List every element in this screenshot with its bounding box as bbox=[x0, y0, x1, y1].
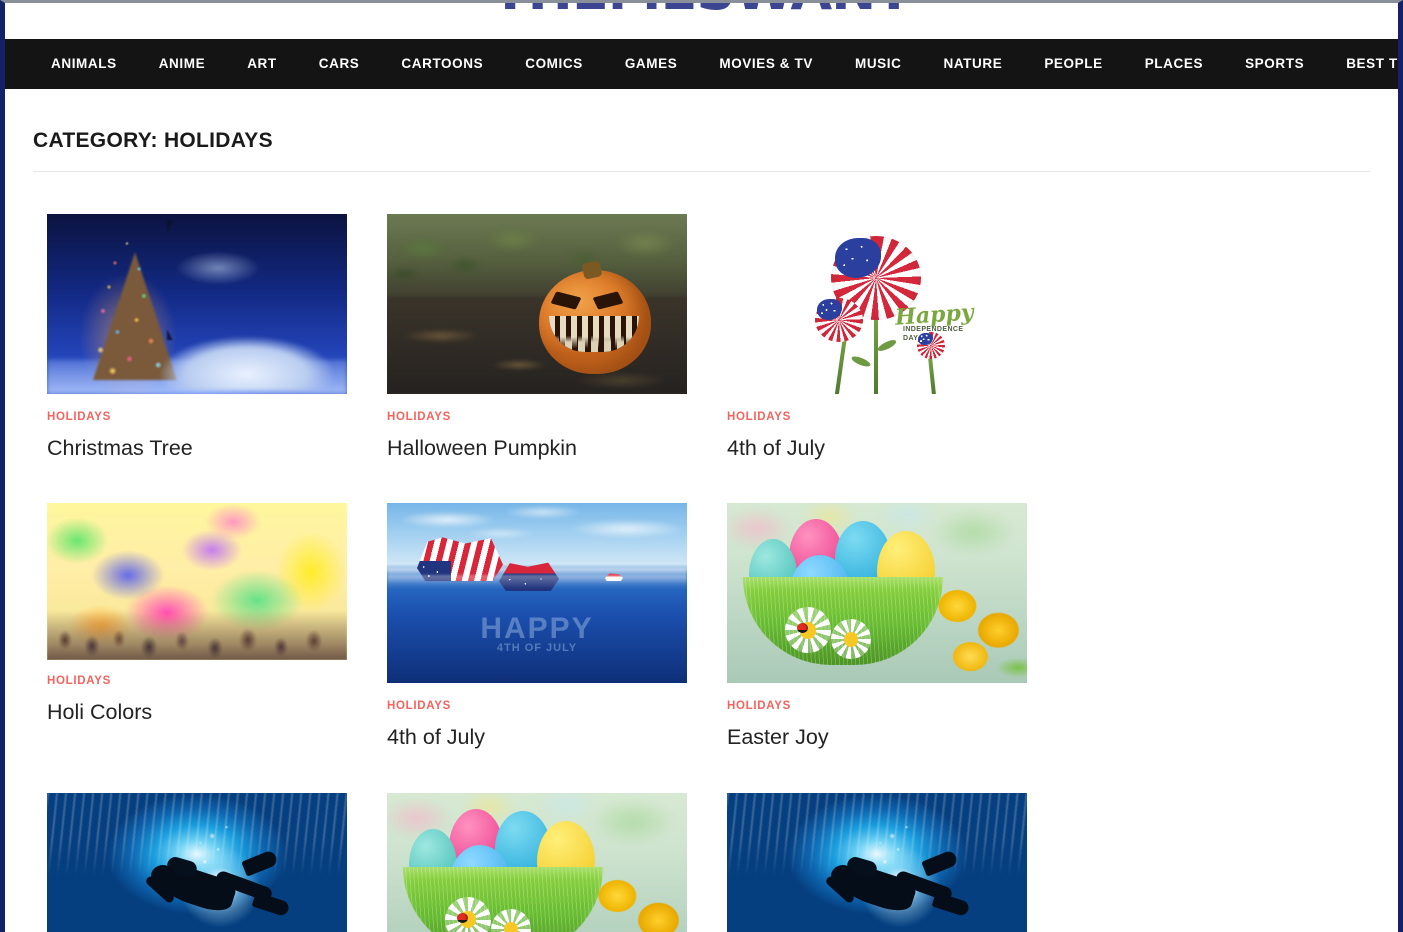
primary-navigation: ANIMALS ANIME ART CARS CARTOONS COMICS G… bbox=[5, 39, 1398, 89]
post-category-label[interactable]: HOLIDAYS bbox=[47, 660, 387, 688]
post-thumbnail-link[interactable]: Happy INDEPENDENCE DAY bbox=[727, 214, 1027, 394]
independence-day-flowers-image: Happy INDEPENDENCE DAY bbox=[727, 214, 1027, 394]
nav-item-cartoons[interactable]: CARTOONS bbox=[401, 56, 483, 71]
post-title[interactable]: Halloween Pumpkin bbox=[387, 424, 727, 462]
post-card-halloween-pumpkin[interactable]: HOLIDAYS Halloween Pumpkin bbox=[387, 214, 727, 461]
post-category-label[interactable]: HOLIDAYS bbox=[387, 394, 727, 424]
nav-item-anime[interactable]: ANIME bbox=[159, 56, 206, 71]
post-category-label[interactable]: HOLIDAYS bbox=[387, 683, 727, 713]
nav-item-music[interactable]: MUSIC bbox=[855, 56, 902, 71]
christmas-tree-image bbox=[47, 214, 347, 394]
nav-item-games[interactable]: GAMES bbox=[625, 56, 678, 71]
site-logo[interactable]: THEMESWANT bbox=[492, 3, 912, 22]
post-thumbnail-link[interactable] bbox=[387, 792, 687, 932]
post-card-holi-colors[interactable]: HOLIDAYS Holi Colors bbox=[47, 503, 387, 750]
post-title[interactable]: 4th of July bbox=[387, 713, 727, 751]
artwork-text-4th-of-july: 4TH OF JULY bbox=[496, 641, 578, 654]
page-title: CATEGORY: HOLIDAYS bbox=[33, 129, 273, 152]
artwork-text-independence: INDEPENDENCE bbox=[903, 326, 964, 333]
nav-item-nature[interactable]: NATURE bbox=[943, 56, 1002, 71]
post-card-summer-fun[interactable]: HOLIDAYS Summer Fun bbox=[47, 792, 387, 932]
post-thumbnail-link[interactable] bbox=[727, 792, 1027, 932]
post-title[interactable]: Holi Colors bbox=[47, 688, 387, 726]
underwater-image bbox=[727, 792, 1027, 932]
archive-header: CATEGORY: HOLIDAYS bbox=[33, 89, 1370, 172]
post-category-label[interactable]: HOLIDAYS bbox=[727, 683, 1067, 713]
4th-of-july-boats-image: HAPPY 4TH OF JULY bbox=[387, 503, 687, 684]
nav-item-cars[interactable]: CARS bbox=[319, 56, 360, 71]
post-card-4th-of-july-boats[interactable]: HAPPY 4TH OF JULY HOLIDAYS 4th of July bbox=[387, 503, 727, 750]
post-card-row3-diver[interactable]: HOLIDAYS bbox=[727, 792, 1067, 932]
nav-item-places[interactable]: PLACES bbox=[1145, 56, 1203, 71]
post-thumbnail-link[interactable] bbox=[387, 214, 687, 394]
artwork-text-happy: HAPPY bbox=[480, 611, 594, 645]
post-grid: HOLIDAYS Christmas Tree HOLIDAYS Hallowe… bbox=[47, 172, 1370, 932]
post-thumbnail-link[interactable] bbox=[47, 214, 347, 394]
nav-list: ANIMALS ANIME ART CARS CARTOONS COMICS G… bbox=[51, 55, 1398, 73]
nav-item-people[interactable]: PEOPLE bbox=[1044, 56, 1102, 71]
artwork-text-day: DAY bbox=[903, 334, 919, 342]
halloween-pumpkin-image bbox=[387, 214, 687, 394]
content-area: CATEGORY: HOLIDAYS HOLIDAYS Christmas Tr… bbox=[5, 89, 1398, 932]
nav-item-sports[interactable]: SPORTS bbox=[1245, 56, 1304, 71]
post-thumbnail-link[interactable] bbox=[727, 503, 1027, 684]
post-thumbnail-link[interactable] bbox=[47, 503, 347, 661]
nav-item-best-themes[interactable]: BEST THEMES bbox=[1346, 56, 1398, 71]
post-card-4th-of-july-flowers[interactable]: Happy INDEPENDENCE DAY HOLIDAYS 4th of J… bbox=[727, 214, 1067, 461]
post-card-easter-joy-2[interactable]: HOLIDAYS Easter Joy bbox=[387, 792, 727, 932]
post-card-easter-joy-1[interactable]: HOLIDAYS Easter Joy bbox=[727, 503, 1067, 750]
post-card-christmas-tree[interactable]: HOLIDAYS Christmas Tree bbox=[47, 214, 387, 461]
easter-joy-image bbox=[727, 503, 1027, 684]
nav-item-art[interactable]: ART bbox=[247, 56, 277, 71]
nav-item-animals[interactable]: ANIMALS bbox=[51, 56, 117, 71]
page-scroll-container[interactable]: THEMESWANT ANIMALS ANIME ART CARS CARTOO… bbox=[5, 3, 1398, 932]
summer-fun-diver-image bbox=[47, 792, 347, 932]
post-category-label[interactable]: HOLIDAYS bbox=[47, 394, 387, 424]
post-thumbnail-link[interactable]: HAPPY 4TH OF JULY bbox=[387, 503, 687, 684]
easter-joy-image bbox=[387, 792, 687, 932]
post-category-label[interactable]: HOLIDAYS bbox=[727, 394, 1067, 424]
post-thumbnail-link[interactable] bbox=[47, 792, 347, 932]
nav-item-comics[interactable]: COMICS bbox=[525, 56, 583, 71]
site-masthead: THEMESWANT bbox=[5, 3, 1398, 39]
nav-item-movies-tv[interactable]: MOVIES & TV bbox=[719, 56, 813, 71]
post-title[interactable]: Easter Joy bbox=[727, 713, 1067, 751]
post-title[interactable]: 4th of July bbox=[727, 424, 1067, 462]
holi-colors-image bbox=[47, 503, 347, 661]
browser-window: THEMESWANT ANIMALS ANIME ART CARS CARTOO… bbox=[0, 0, 1403, 932]
post-title[interactable]: Christmas Tree bbox=[47, 424, 387, 462]
